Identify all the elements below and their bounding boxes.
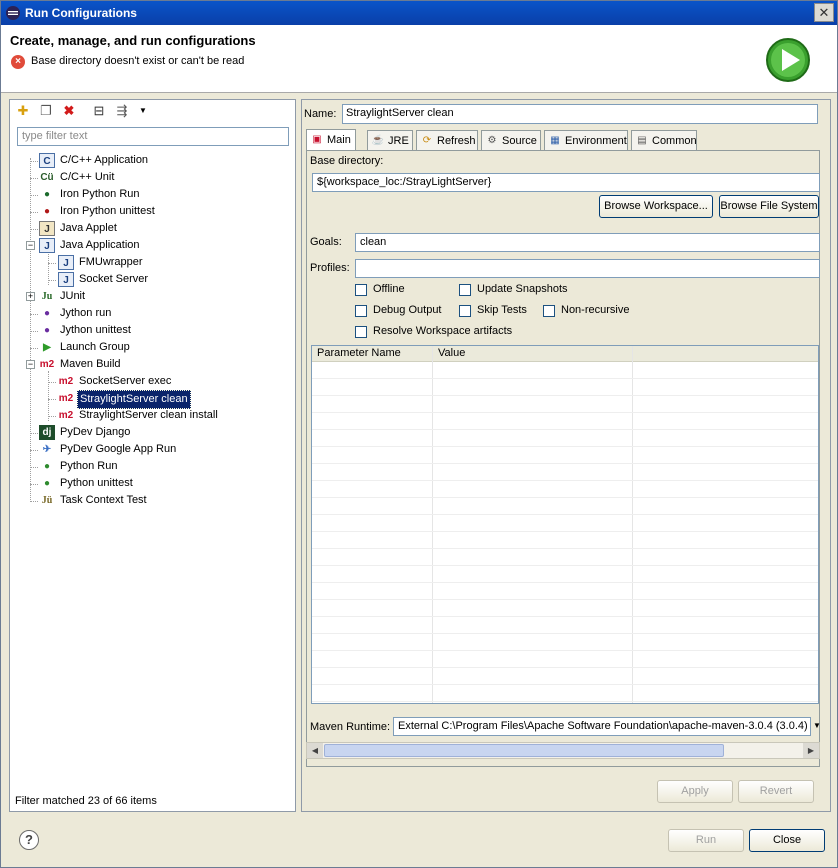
dialog-header: Create, manage, and run configurations ×…: [1, 25, 837, 93]
runtime-dropdown-icon[interactable]: ▼: [813, 721, 821, 730]
base-directory-label: Base directory:: [310, 155, 384, 167]
iron-python-icon: ●: [43, 189, 51, 200]
goals-input[interactable]: clean: [355, 233, 820, 252]
jre-icon: ☕: [371, 135, 385, 146]
maven-icon: m2: [58, 376, 74, 387]
tab-main[interactable]: ▣ Main: [306, 129, 356, 150]
play-icon: ▶: [43, 342, 51, 353]
django-icon: dj: [39, 425, 55, 440]
java-application-icon: J: [58, 272, 74, 287]
browse-workspace-button[interactable]: Browse Workspace...: [599, 195, 713, 218]
tab-jre[interactable]: ☕ JRE: [367, 130, 413, 150]
name-input[interactable]: StraylightServer clean: [342, 104, 818, 124]
revert-button[interactable]: Revert: [738, 780, 814, 803]
java-application-icon: J: [58, 255, 74, 270]
new-config-icon[interactable]: ✚: [15, 103, 31, 119]
junit-icon: Ju: [41, 291, 53, 302]
goals-label: Goals:: [310, 236, 342, 248]
table-header: Parameter Name Value: [312, 346, 818, 362]
parameters-table[interactable]: Parameter Name Value: [311, 345, 819, 704]
apply-button[interactable]: Apply: [657, 780, 733, 803]
error-icon: ×: [11, 55, 25, 69]
environment-icon: ▦: [550, 135, 560, 146]
python-unittest-icon: ●: [43, 478, 51, 489]
duplicate-icon[interactable]: ❐: [38, 103, 54, 119]
column-parameter-name[interactable]: Parameter Name: [312, 346, 433, 362]
maven-runtime-label: Maven Runtime:: [310, 721, 391, 733]
maven-icon: m2: [58, 410, 74, 421]
tree-toolbar: ✚ ❐ ✖ ⊟ ⇶ ▼: [10, 100, 295, 122]
tab-environment[interactable]: ▦ Environment: [544, 130, 628, 150]
filter-icon[interactable]: ⇶: [114, 103, 130, 119]
c-application-icon: C: [39, 153, 55, 168]
main-tab-body: Base directory: ${workspace_loc:/StrayLi…: [306, 150, 821, 767]
profiles-label: Profiles:: [310, 262, 350, 274]
browse-file-system-button[interactable]: Browse File System: [719, 195, 819, 218]
expand-junit-icon[interactable]: +: [26, 292, 35, 301]
close-button[interactable]: Close: [749, 829, 825, 852]
common-icon: ▤: [637, 135, 647, 146]
filter-dropdown-icon[interactable]: ▼: [135, 103, 151, 119]
java-application-icon: J: [39, 238, 55, 253]
window-title: Run Configurations: [25, 6, 137, 20]
profiles-input[interactable]: [355, 259, 820, 278]
configuration-editor-pane: Name: StraylightServer clean ▣ Main ☕ JR…: [301, 99, 831, 812]
run-banner-icon: [766, 38, 810, 82]
error-message: Base directory doesn't exist or can't be…: [31, 55, 245, 67]
refresh-icon: ⟳: [422, 135, 432, 146]
collapse-maven-build-icon[interactable]: −: [26, 360, 35, 369]
base-directory-input[interactable]: ${workspace_loc:/StrayLightServer}: [312, 173, 820, 192]
scroll-thumb[interactable]: [324, 744, 724, 757]
maven-icon: m2: [58, 393, 74, 404]
source-icon: ⚙: [487, 135, 497, 146]
help-icon[interactable]: ?: [19, 830, 39, 850]
run-button[interactable]: Run: [668, 829, 744, 852]
delete-icon[interactable]: ✖: [61, 103, 77, 119]
iron-python-unittest-icon: ●: [43, 206, 51, 217]
configuration-tree-pane: ✚ ❐ ✖ ⊟ ⇶ ▼ type filter text C C/C++ App…: [9, 99, 296, 812]
scroll-left-icon[interactable]: ◀: [307, 743, 323, 758]
python-icon: ●: [43, 461, 51, 472]
task-context-test-icon: Jü: [41, 495, 53, 506]
tab-strip: ▣ Main ☕ JRE ⟳ Refresh ⚙ Source ▦ Enviro…: [306, 129, 820, 150]
tab-refresh[interactable]: ⟳ Refresh: [416, 130, 478, 150]
close-window-button[interactable]: ✕: [814, 3, 834, 22]
run-configurations-dialog: Run Configurations ✕ Create, manage, and…: [0, 0, 838, 868]
horizontal-scrollbar[interactable]: ◀ ▶: [306, 742, 820, 759]
tab-source[interactable]: ⚙ Source: [481, 130, 541, 150]
maven-icon: m2: [39, 359, 55, 370]
collapse-all-icon[interactable]: ⊟: [91, 103, 107, 119]
google-app-icon: ✈: [42, 444, 52, 455]
header-title: Create, manage, and run configurations: [10, 33, 256, 48]
title-bar: Run Configurations ✕: [1, 1, 837, 25]
scroll-right-icon[interactable]: ▶: [803, 743, 819, 758]
tab-common[interactable]: ▤ Common: [631, 130, 697, 150]
filter-status: Filter matched 23 of 66 items: [15, 795, 157, 807]
column-value[interactable]: Value: [433, 346, 633, 362]
maven-runtime-select[interactable]: External C:\Program Files\Apache Softwar…: [393, 717, 811, 736]
jython-icon: ●: [43, 308, 51, 319]
jython-unittest-icon: ●: [43, 325, 51, 336]
collapse-java-application-icon[interactable]: −: [26, 241, 35, 250]
eclipse-icon: [6, 6, 20, 20]
java-applet-icon: J: [39, 221, 55, 236]
name-label: Name:: [304, 108, 337, 120]
filter-input[interactable]: type filter text: [17, 127, 289, 146]
c-unit-icon: Cü: [40, 172, 54, 183]
main-tab-icon: ▣: [312, 134, 322, 145]
